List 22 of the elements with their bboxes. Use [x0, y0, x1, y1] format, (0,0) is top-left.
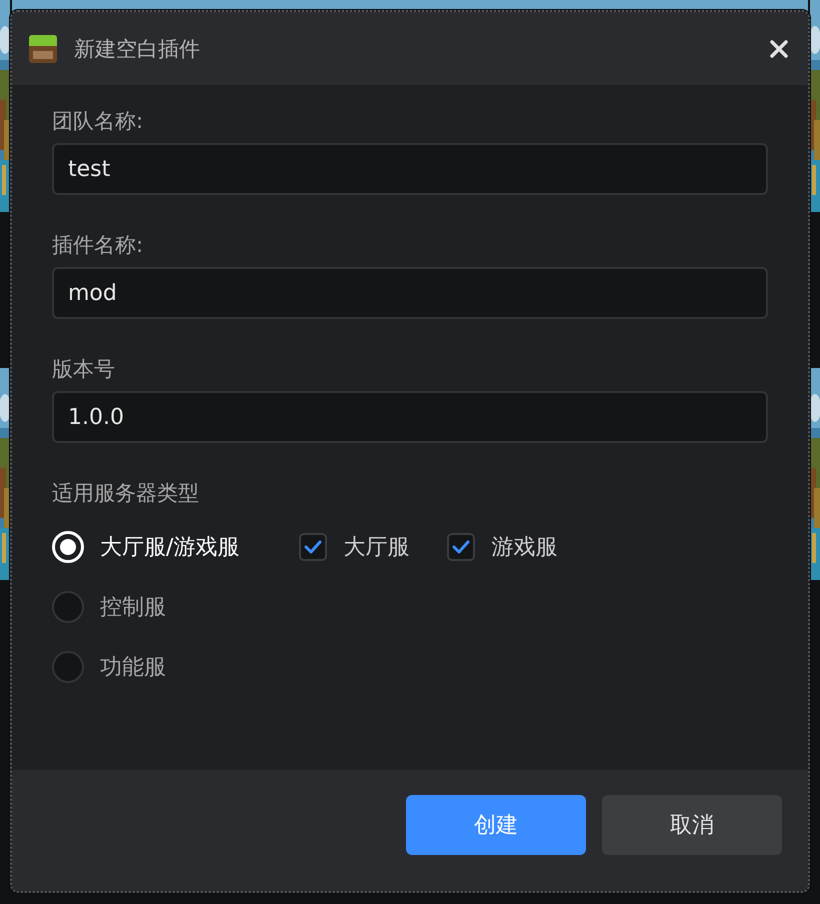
radio-label: 控制服: [100, 594, 166, 622]
field-label: 团队名称:: [52, 108, 144, 135]
input-field[interactable]: 1.0.0: [52, 391, 768, 443]
field-label: 插件名称:: [52, 232, 144, 259]
checkbox-label: 游戏服: [491, 534, 558, 562]
section-label: 适用服务器类型: [52, 480, 200, 507]
input-field[interactable]: test: [52, 143, 768, 195]
checkbox[interactable]: [299, 533, 328, 561]
radio-button[interactable]: [52, 651, 84, 683]
check-icon: [304, 540, 322, 554]
cancel-button[interactable]: 取消: [602, 794, 782, 854]
radio-button[interactable]: [52, 591, 84, 623]
grass-block-icon: [28, 34, 58, 64]
window-title: 新建空白插件: [74, 36, 201, 62]
radio-label: 功能服: [100, 654, 166, 682]
check-icon: [452, 540, 470, 554]
close-icon[interactable]: [768, 38, 790, 60]
radio-label: 大厅服/游戏服: [100, 534, 240, 562]
field-label: 版本号: [52, 356, 116, 383]
checkbox[interactable]: [447, 533, 476, 561]
checkbox-label: 大厅服: [343, 534, 410, 562]
input-field[interactable]: mod: [52, 267, 768, 319]
